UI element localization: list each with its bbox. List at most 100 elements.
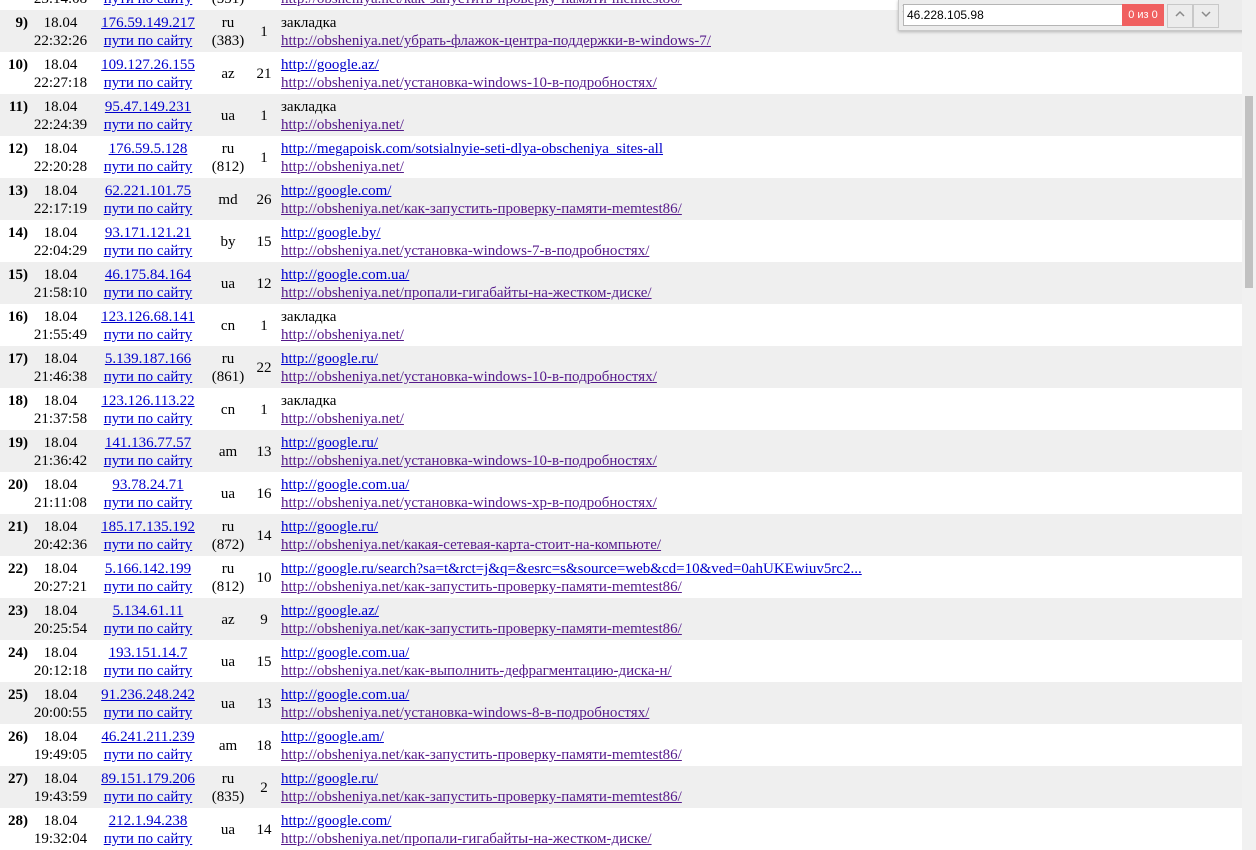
visit-count: 16 (256, 486, 272, 502)
paths-link[interactable]: пути по сайту (90, 242, 206, 260)
landing-page-link[interactable]: http://obsheniya.net/как-выполнить-дефра… (281, 662, 1231, 680)
row-number: 11) (8, 99, 28, 115)
paths-link[interactable]: пути по сайту (90, 74, 206, 92)
visit-date: 18.04 (43, 183, 78, 199)
landing-page-link[interactable]: http://obsheniya.net/установка-windows-8… (281, 704, 1231, 722)
visit-paths-link[interactable]: пути по сайту (90, 0, 206, 8)
landing-page-link[interactable]: http://obsheniya.net/установка-windows-1… (281, 74, 1231, 92)
ip-link[interactable]: 95.47.149.231 (90, 98, 206, 116)
paths-link[interactable]: пути по сайту (90, 830, 206, 848)
visitor-ip: 93.78.24.71 пути по сайту (90, 476, 206, 512)
country: cn (206, 317, 250, 335)
visitor-ip: 46.241.211.239 пути по сайту (90, 728, 206, 764)
row-number: 27) (8, 771, 28, 787)
referrer-link[interactable]: http://google.am/ (281, 728, 1231, 746)
ip-link[interactable]: 91.236.248.242 (90, 686, 206, 704)
ip-link[interactable]: 89.151.179.206 (90, 770, 206, 788)
ip-link[interactable]: 93.78.24.71 (90, 476, 206, 494)
paths-link[interactable]: пути по сайту (90, 116, 206, 134)
landing-page-link[interactable]: http://obsheniya.net/как-запустить-прове… (281, 620, 1231, 638)
landing-page-link[interactable]: http://obsheniya.net/ (281, 326, 1231, 344)
paths-link[interactable]: пути по сайту (90, 620, 206, 638)
paths-link[interactable]: пути по сайту (90, 704, 206, 722)
visitor-ip: 176.59.5.128 пути по сайту (90, 140, 206, 176)
find-input[interactable] (903, 4, 1123, 26)
referrer-link[interactable]: http://google.az/ (281, 602, 1231, 620)
referrer-link[interactable]: http://google.ru/ (281, 350, 1231, 368)
ip-link[interactable]: 212.1.94.238 (90, 812, 206, 830)
country-code: am (218, 738, 238, 754)
referrer-link[interactable]: http://google.com.ua/ (281, 686, 1231, 704)
ip-link[interactable]: 5.134.61.11 (90, 602, 206, 620)
landing-page-link[interactable]: http://obsheniya.net/установка-windows-x… (281, 494, 1231, 512)
landing-page-link[interactable]: http://obsheniya.net/как-запустить-прове… (281, 200, 1231, 218)
ip-link[interactable]: 176.59.149.217 (90, 14, 206, 32)
scrollbar-thumb[interactable] (1245, 96, 1253, 288)
ip-link[interactable]: 123.126.113.22 (90, 392, 206, 410)
paths-link[interactable]: пути по сайту (90, 410, 206, 428)
landing-page-link[interactable]: http://obsheniya.net/какая-сетевая-карта… (281, 536, 1231, 554)
ip-link[interactable]: 46.241.211.239 (90, 728, 206, 746)
landing-page-link[interactable]: http://obsheniya.net/пропали-гигабайты-н… (281, 830, 1231, 848)
landing-page-link[interactable]: http://obsheniya.net/как-запустить-прове… (281, 578, 1231, 596)
referrer-link[interactable]: http://google.com/ (281, 812, 1231, 830)
country: am (206, 737, 250, 755)
referrer-link[interactable]: http://google.com/ (281, 182, 1231, 200)
ip-link[interactable]: 176.59.5.128 (90, 140, 206, 158)
paths-link[interactable]: пути по сайту (90, 662, 206, 680)
vertical-scrollbar[interactable] (1242, 0, 1256, 850)
paths-link[interactable]: пути по сайту (90, 326, 206, 344)
ip-link[interactable]: 193.151.14.7 (90, 644, 206, 662)
referrer-link[interactable]: http://google.ru/ (281, 770, 1231, 788)
landing-page-link[interactable]: http://obsheniya.net/пропали-гигабайты-н… (281, 284, 1231, 302)
visit-time: 22:17:19 (33, 201, 88, 217)
referrer-link[interactable]: http://megapoisk.com/sotsialnyie-seti-dl… (281, 140, 1231, 158)
referrer-link[interactable]: http://google.ru/search?sa=t&rct=j&q=&es… (281, 560, 1231, 578)
landing-page-link[interactable]: http://obsheniya.net/как-запустить-прове… (281, 788, 1231, 806)
ip-link[interactable]: 46.175.84.164 (90, 266, 206, 284)
landing-page-link[interactable]: http://obsheniya.net/установка-windows-1… (281, 368, 1231, 386)
paths-link[interactable]: пути по сайту (90, 452, 206, 470)
paths-link[interactable]: пути по сайту (90, 368, 206, 386)
find-next-button[interactable] (1193, 4, 1219, 28)
landing-page-link[interactable]: http://obsheniya.net/убрать-флажок-центр… (281, 32, 1231, 50)
ip-link[interactable]: 141.136.77.57 (90, 434, 206, 452)
paths-link[interactable]: пути по сайту (90, 578, 206, 596)
ip-link[interactable]: 5.166.142.199 (90, 560, 206, 578)
paths-link[interactable]: пути по сайту (90, 746, 206, 764)
paths-link[interactable]: пути по сайту (90, 32, 206, 50)
landing-page-link[interactable]: http://obsheniya.net/ (281, 410, 1231, 428)
landing-page-link[interactable]: http://obsheniya.net/установка-windows-7… (281, 242, 1231, 260)
ip-link[interactable]: 93.171.121.21 (90, 224, 206, 242)
row-number: 17) (8, 351, 28, 367)
referrer-link[interactable]: http://google.by/ (281, 224, 1231, 242)
referrer-link[interactable]: http://google.com.ua/ (281, 266, 1231, 284)
ip-link[interactable]: 5.139.187.166 (90, 350, 206, 368)
referrer-link[interactable]: http://google.az/ (281, 56, 1231, 74)
find-prev-button[interactable] (1167, 4, 1193, 28)
ip-link[interactable]: 123.126.68.141 (90, 308, 206, 326)
paths-link[interactable]: пути по сайту (90, 536, 206, 554)
referrer-link[interactable]: http://google.com.ua/ (281, 644, 1231, 662)
visit-count: 18 (256, 738, 272, 754)
landing-page-link[interactable]: http://obsheniya.net/как-запустить-прове… (281, 746, 1231, 764)
landing-page-link[interactable]: http://obsheniya.net/ (281, 158, 1231, 176)
landing-page-link[interactable]: http://obsheniya.net/ (281, 116, 1231, 134)
landing-page-link[interactable]: http://obsheniya.net/установка-windows-1… (281, 452, 1231, 470)
visit-time: 22:24:39 (33, 117, 88, 133)
referrer-and-page: http://google.ru/http://obsheniya.net/ус… (281, 434, 1231, 470)
row-number: 28) (8, 813, 28, 829)
paths-link[interactable]: пути по сайту (90, 158, 206, 176)
referrer-link[interactable]: http://google.com.ua/ (281, 476, 1231, 494)
paths-link[interactable]: пути по сайту (90, 200, 206, 218)
ip-link[interactable]: 109.127.26.155 (90, 56, 206, 74)
ip-link[interactable]: 62.221.101.75 (90, 182, 206, 200)
paths-link[interactable]: пути по сайту (90, 788, 206, 806)
referrer-link[interactable]: http://google.ru/ (281, 518, 1231, 536)
visit-count: 9 (260, 612, 268, 628)
ip-link[interactable]: 185.17.135.192 (90, 518, 206, 536)
paths-link[interactable]: пути по сайту (90, 284, 206, 302)
visit-date: 18.04 (43, 435, 78, 451)
paths-link[interactable]: пути по сайту (90, 494, 206, 512)
referrer-link[interactable]: http://google.ru/ (281, 434, 1231, 452)
